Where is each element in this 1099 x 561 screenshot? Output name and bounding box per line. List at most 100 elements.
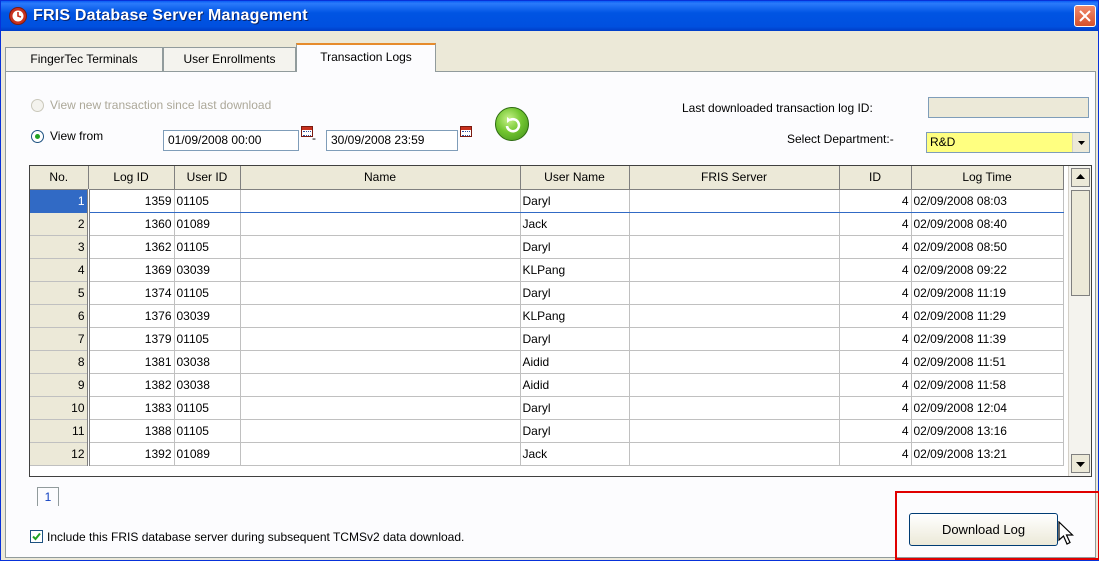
id-cell: 4 <box>839 327 912 351</box>
log-time-cell: 02/09/2008 11:58 <box>911 373 1064 397</box>
scroll-down-button[interactable] <box>1071 454 1090 473</box>
user-id-cell: 01105 <box>174 189 241 213</box>
date-from-field[interactable]: 01/09/2008 00:00 <box>163 130 299 151</box>
log-id-cell: 1379 <box>88 327 175 351</box>
refresh-icon <box>505 117 521 133</box>
row-number: 7 <box>30 327 90 351</box>
table-row[interactable]: 2 1360 01089 Jack 4 02/09/2008 08:40 <box>30 212 1064 236</box>
row-number: 10 <box>30 396 90 420</box>
page-tab-1[interactable]: 1 <box>37 487 59 506</box>
user-id-cell: 01105 <box>174 419 241 443</box>
log-time-cell: 02/09/2008 09:22 <box>911 258 1064 282</box>
date-to-field[interactable]: 30/09/2008 23:59 <box>326 130 458 151</box>
table-row[interactable]: 8 1381 03038 Aidid 4 02/09/2008 11:51 <box>30 350 1064 374</box>
user-name-cell: Jack <box>520 212 630 236</box>
chevron-down-icon[interactable] <box>1072 133 1089 152</box>
table-row[interactable]: 1 1359 01105 Daryl 4 02/09/2008 08:03 <box>30 189 1064 213</box>
column-header-name[interactable]: Name <box>240 166 521 190</box>
department-value: R&D <box>930 135 956 149</box>
user-id-cell: 01105 <box>174 327 241 351</box>
refresh-button[interactable] <box>495 107 529 141</box>
log-id-cell: 1359 <box>88 189 175 213</box>
include-server-label: Include this FRIS database server during… <box>47 530 465 544</box>
user-name-cell: Daryl <box>520 396 630 420</box>
table-row[interactable]: 12 1392 01089 Jack 4 02/09/2008 13:21 <box>30 442 1064 466</box>
calendar-icon[interactable] <box>460 126 472 137</box>
table-header-row: No. Log ID User ID Name User Name FRIS S… <box>30 166 1064 190</box>
close-button[interactable] <box>1074 5 1096 27</box>
log-time-cell: 02/09/2008 13:21 <box>911 442 1064 466</box>
table-row[interactable]: 11 1388 01105 Daryl 4 02/09/2008 13:16 <box>30 419 1064 443</box>
name-cell <box>240 350 521 374</box>
column-header-no[interactable]: No. <box>30 166 89 190</box>
tab-transaction-logs[interactable]: Transaction Logs <box>296 43 436 72</box>
column-header-user-name[interactable]: User Name <box>520 166 630 190</box>
view-new-radio[interactable] <box>31 99 44 112</box>
table-row[interactable]: 10 1383 01105 Daryl 4 02/09/2008 12:04 <box>30 396 1064 420</box>
log-time-cell: 02/09/2008 08:40 <box>911 212 1064 236</box>
view-from-radio[interactable] <box>31 130 44 143</box>
date-separator: - <box>312 131 316 145</box>
user-id-cell: 01105 <box>174 396 241 420</box>
transaction-log-grid[interactable]: No. Log ID User ID Name User Name FRIS S… <box>29 165 1092 477</box>
fris-server-cell <box>629 327 840 351</box>
row-number: 11 <box>30 419 90 443</box>
fris-server-cell <box>629 189 840 213</box>
tab-fingertec-terminals[interactable]: FingerTec Terminals <box>5 47 163 71</box>
user-name-cell: Daryl <box>520 419 630 443</box>
user-name-cell: Daryl <box>520 189 630 213</box>
chevron-down-icon <box>1076 462 1085 467</box>
column-header-log-id[interactable]: Log ID <box>88 166 175 190</box>
tab-user-enrollments[interactable]: User Enrollments <box>163 47 296 71</box>
user-id-cell: 01089 <box>174 212 241 236</box>
title-bar: FRIS Database Server Management <box>1 1 1098 31</box>
fris-server-cell <box>629 350 840 374</box>
table-row[interactable]: 4 1369 03039 KLPang 4 02/09/2008 09:22 <box>30 258 1064 282</box>
user-name-cell: Daryl <box>520 281 630 305</box>
log-id-cell: 1360 <box>88 212 175 236</box>
column-header-id[interactable]: ID <box>839 166 912 190</box>
table-row[interactable]: 3 1362 01105 Daryl 4 02/09/2008 08:50 <box>30 235 1064 259</box>
last-downloaded-field[interactable] <box>928 97 1089 118</box>
scroll-up-button[interactable] <box>1071 168 1090 187</box>
log-time-cell: 02/09/2008 13:16 <box>911 419 1064 443</box>
log-id-cell: 1369 <box>88 258 175 282</box>
table-row[interactable]: 7 1379 01105 Daryl 4 02/09/2008 11:39 <box>30 327 1064 351</box>
log-time-cell: 02/09/2008 11:19 <box>911 281 1064 305</box>
column-header-fris-server[interactable]: FRIS Server <box>629 166 840 190</box>
log-time-cell: 02/09/2008 12:04 <box>911 396 1064 420</box>
scroll-thumb[interactable] <box>1071 190 1090 296</box>
id-cell: 4 <box>839 258 912 282</box>
clock-icon <box>9 7 27 25</box>
row-number: 2 <box>30 212 90 236</box>
log-id-cell: 1388 <box>88 419 175 443</box>
vertical-scrollbar[interactable] <box>1068 166 1091 476</box>
log-time-cell: 02/09/2008 08:50 <box>911 235 1064 259</box>
row-number: 6 <box>30 304 90 328</box>
log-id-cell: 1383 <box>88 396 175 420</box>
id-cell: 4 <box>839 235 912 259</box>
window-title: FRIS Database Server Management <box>33 7 308 24</box>
user-id-cell: 03038 <box>174 373 241 397</box>
fris-server-cell <box>629 212 840 236</box>
row-number: 3 <box>30 235 90 259</box>
table-row[interactable]: 5 1374 01105 Daryl 4 02/09/2008 11:19 <box>30 281 1064 305</box>
log-time-cell: 02/09/2008 11:29 <box>911 304 1064 328</box>
id-cell: 4 <box>839 350 912 374</box>
table-row[interactable]: 6 1376 03039 KLPang 4 02/09/2008 11:29 <box>30 304 1064 328</box>
fris-server-cell <box>629 235 840 259</box>
table-row[interactable]: 9 1382 03038 Aidid 4 02/09/2008 11:58 <box>30 373 1064 397</box>
column-header-log-time[interactable]: Log Time <box>911 166 1064 190</box>
id-cell: 4 <box>839 212 912 236</box>
include-server-checkbox[interactable] <box>30 530 43 543</box>
row-number: 4 <box>30 258 90 282</box>
fris-server-cell <box>629 373 840 397</box>
user-name-cell: KLPang <box>520 258 630 282</box>
download-log-button[interactable]: Download Log <box>909 513 1058 546</box>
column-header-user-id[interactable]: User ID <box>174 166 241 190</box>
log-time-cell: 02/09/2008 11:51 <box>911 350 1064 374</box>
fris-server-cell <box>629 442 840 466</box>
id-cell: 4 <box>839 304 912 328</box>
log-id-cell: 1374 <box>88 281 175 305</box>
department-select[interactable]: R&D <box>926 132 1090 153</box>
